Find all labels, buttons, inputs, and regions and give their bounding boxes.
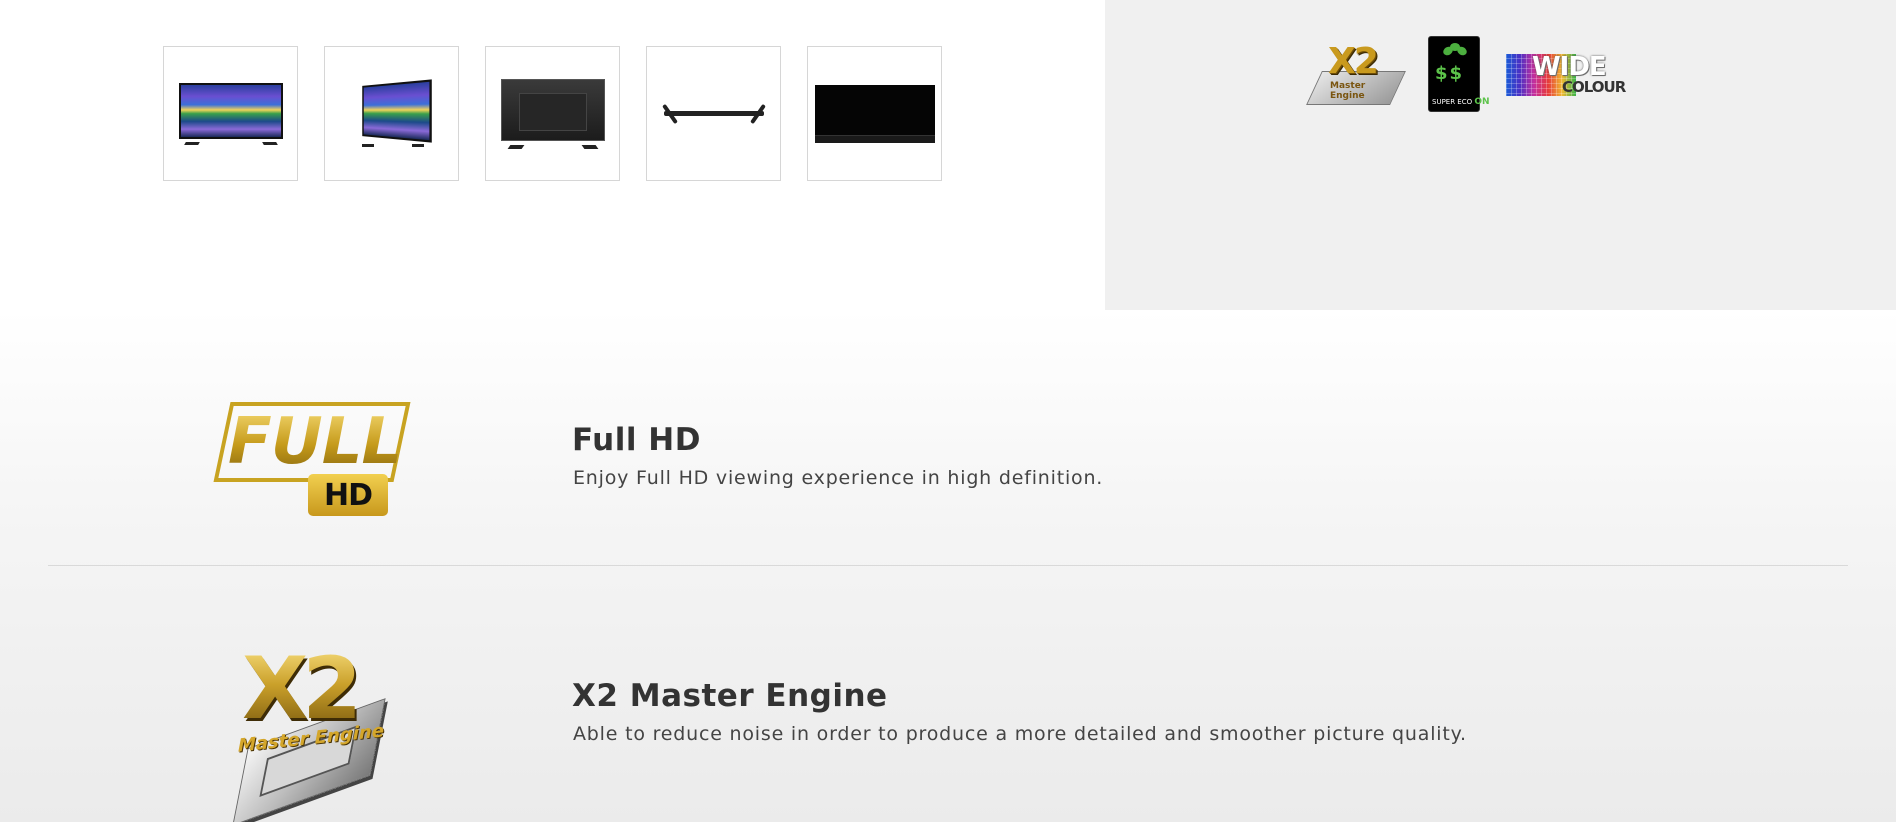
feature-full-hd: FULL HD Full HD Enjoy Full HD viewing ex…: [0, 310, 1896, 565]
x2-master-engine-logo-icon: X2 Master Engine: [226, 646, 396, 822]
tv-top-image: [658, 99, 770, 129]
super-eco-badge-icon: $$ SUPER ECO ON: [1428, 36, 1490, 112]
product-page: X2 Master Engine $$ SUPER ECO ON WIDE CO…: [0, 0, 1896, 822]
tv-front-image: [178, 82, 283, 145]
features-section: FULL HD Full HD Enjoy Full HD viewing ex…: [0, 310, 1896, 822]
feature-description: Enjoy Full HD viewing experience in high…: [573, 467, 1104, 489]
feature-title: X2 Master Engine: [572, 678, 888, 714]
x2-master-engine-badge-icon: X2 Master Engine: [1306, 37, 1406, 111]
thumbnail-front-view[interactable]: [163, 46, 298, 181]
product-gallery: [0, 0, 1105, 310]
feature-title: Full HD: [572, 422, 701, 458]
tv-angled-image: [352, 78, 432, 147]
thumbnail-top-view[interactable]: [646, 46, 781, 181]
feature-description: Able to reduce noise in order to produce…: [573, 723, 1467, 745]
feature-badges: X2 Master Engine $$ SUPER ECO ON WIDE CO…: [1306, 36, 1632, 112]
wide-colour-badge-icon: WIDE COLOUR: [1506, 48, 1632, 100]
full-hd-logo-icon: FULL HD: [213, 402, 411, 518]
thumbnail-angled-view[interactable]: [324, 46, 459, 181]
thumbnail-back-view[interactable]: [485, 46, 620, 181]
tv-back-image: [500, 78, 605, 149]
thumbnail-bottom-view[interactable]: [807, 46, 942, 181]
thumbnail-strip: [163, 46, 942, 181]
feature-x2-master-engine: X2 Master Engine X2 Master Engine Able t…: [0, 566, 1896, 822]
tv-bottom-image: [814, 84, 935, 143]
